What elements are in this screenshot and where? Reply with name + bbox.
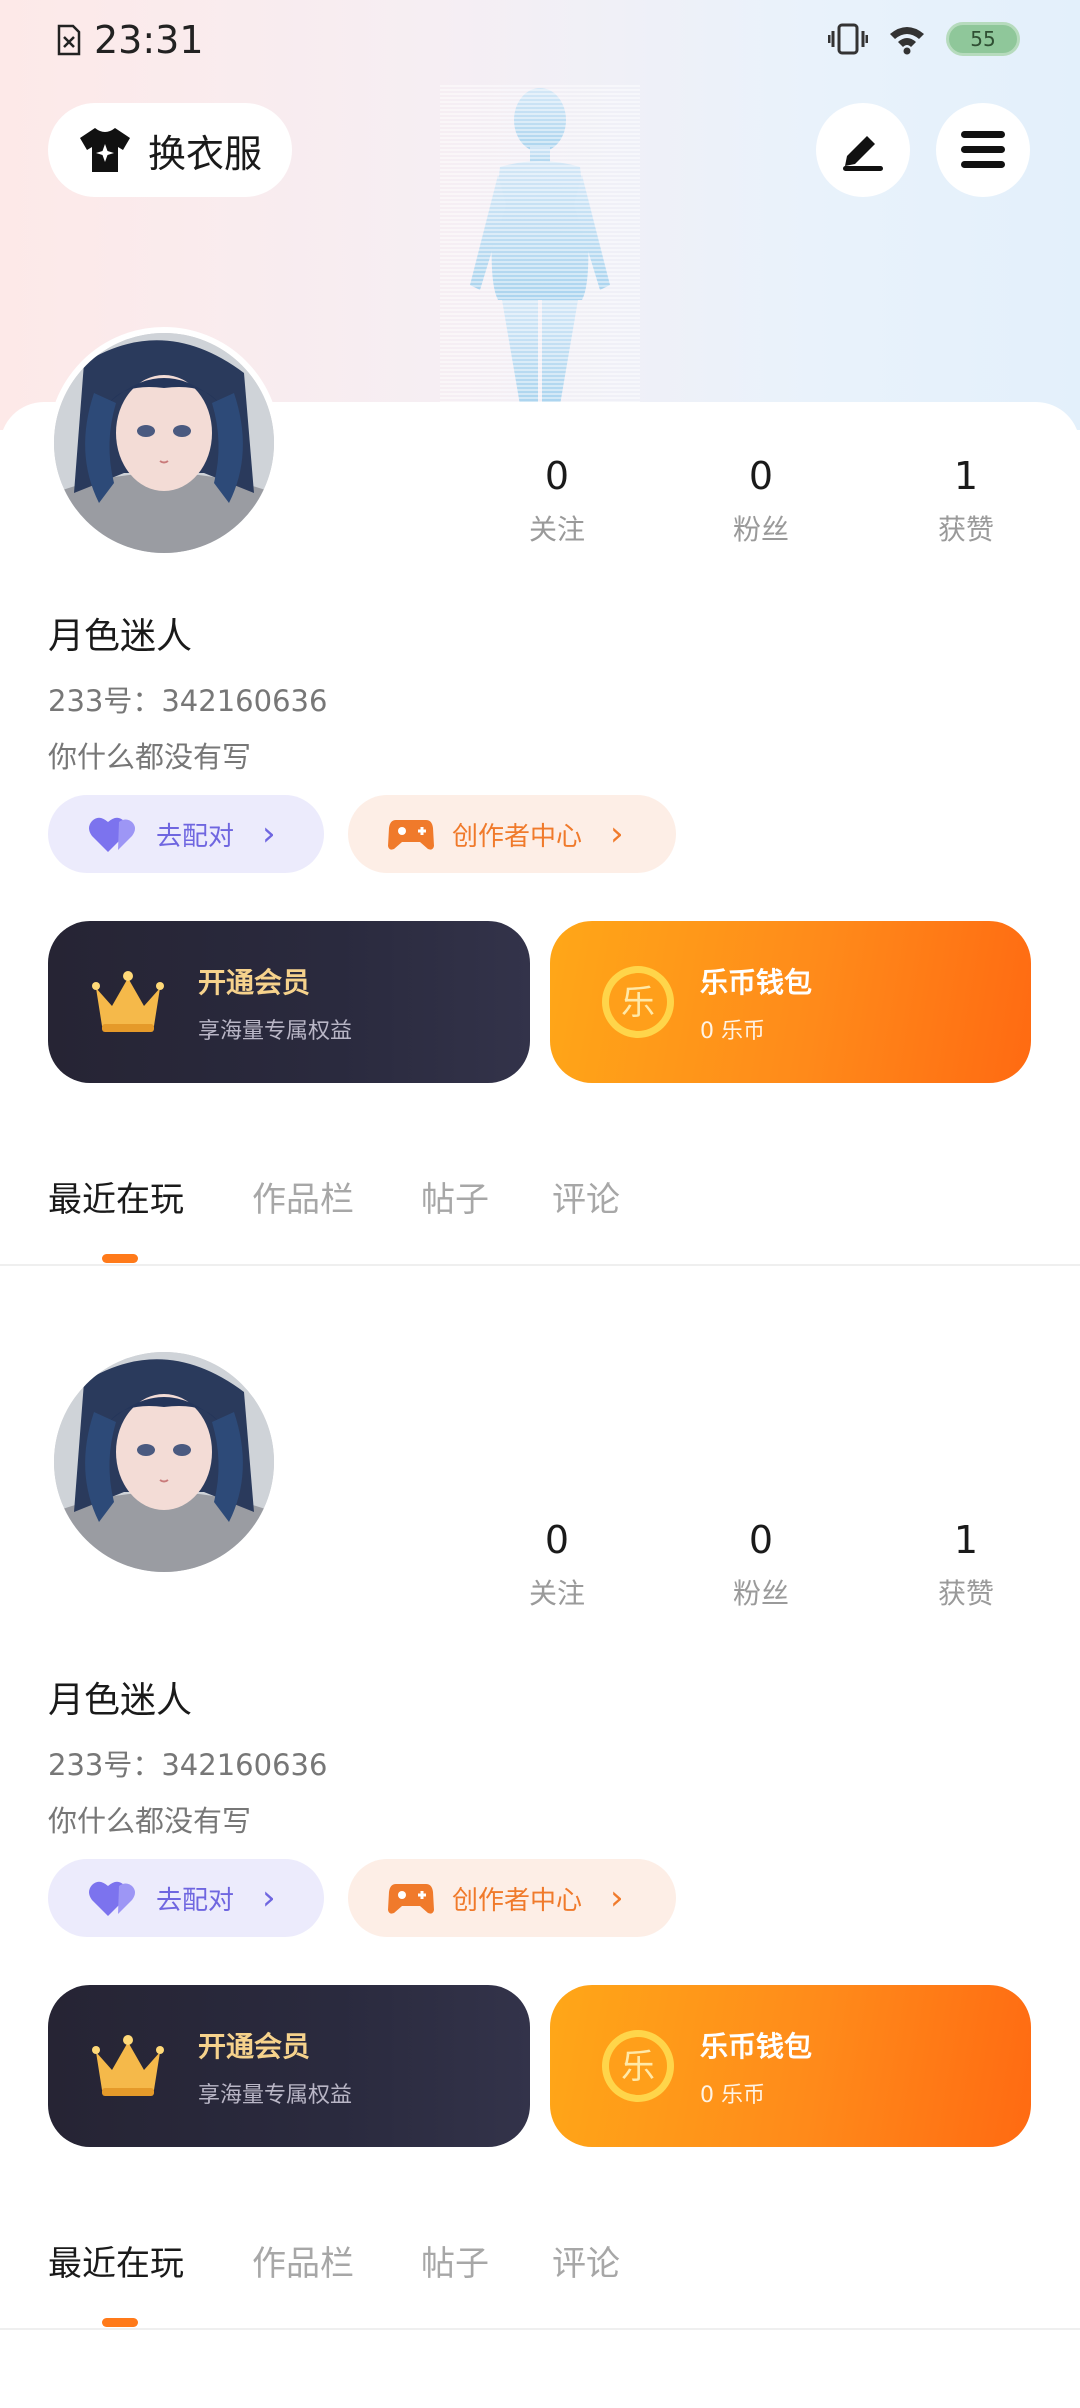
user-id-label: 233号： xyxy=(48,684,162,718)
active-tab-indicator xyxy=(102,1254,138,1263)
change-outfit-button[interactable]: 换衣服 xyxy=(48,103,292,197)
creator-center-label: 创作者中心 xyxy=(452,1885,583,1916)
crown-icon xyxy=(92,2035,164,2096)
tab-comments[interactable]: 评论 xyxy=(552,2236,620,2285)
stat-likes[interactable]: 1 获赞 xyxy=(896,454,1036,548)
vibrate-icon xyxy=(828,23,868,55)
vip-subtitle: 享海量专属权益 xyxy=(198,1019,353,1044)
tab-recently-played[interactable]: 最近在玩 xyxy=(48,1172,184,1221)
vip-subtitle: 享海量专属权益 xyxy=(198,2083,353,2108)
username: 月色迷人 xyxy=(48,616,193,657)
active-tab-indicator xyxy=(102,2318,138,2327)
following-count: 0 xyxy=(544,1518,570,1562)
coin-wallet-title: 乐币钱包 xyxy=(700,2030,813,2063)
likes-label: 获赞 xyxy=(937,1577,994,1610)
followers-label: 粉丝 xyxy=(732,513,789,546)
tab-works[interactable]: 作品栏 xyxy=(252,2236,354,2285)
chevron-right-icon: › xyxy=(262,814,276,854)
user-id[interactable]: 233号：342160636 xyxy=(48,678,327,720)
tabs-divider xyxy=(0,2328,1080,2330)
tab-works[interactable]: 作品栏 xyxy=(252,1172,354,1221)
crown-icon xyxy=(92,971,164,1032)
vip-title: 开通会员 xyxy=(198,2030,311,2063)
bio: 你什么都没有写 xyxy=(48,1804,252,1838)
match-button[interactable]: 去配对 › xyxy=(48,1859,324,1937)
username: 月色迷人 xyxy=(48,1680,193,1721)
user-id-value: 342160636 xyxy=(161,1748,328,1782)
gamepad-icon xyxy=(388,820,434,850)
chevron-right-icon: › xyxy=(610,814,624,854)
menu-button[interactable] xyxy=(936,103,1030,197)
chevron-right-icon: › xyxy=(610,1878,624,1918)
avatar[interactable] xyxy=(48,1346,280,1578)
creator-center-label: 创作者中心 xyxy=(452,821,583,852)
change-outfit-label: 换衣服 xyxy=(148,131,263,176)
3d-avatar-figure xyxy=(440,85,640,405)
vip-membership-card[interactable]: 开通会员 享海量专属权益 xyxy=(48,921,530,1083)
stat-followers[interactable]: 0 粉丝 xyxy=(691,454,831,548)
user-id-value: 342160636 xyxy=(161,684,328,718)
coin-wallet-title: 乐币钱包 xyxy=(700,966,813,999)
followers-count: 0 xyxy=(748,454,774,498)
sim-off-icon xyxy=(57,24,81,56)
following-count: 0 xyxy=(544,454,570,498)
user-id-label: 233号： xyxy=(48,1748,162,1782)
gamepad-icon xyxy=(388,1884,434,1914)
followers-count: 0 xyxy=(748,1518,774,1562)
wifi-icon xyxy=(890,27,924,55)
likes-count: 1 xyxy=(953,1518,979,1562)
following-label: 关注 xyxy=(528,513,585,546)
coin-glyph: 乐 xyxy=(621,983,655,1023)
match-label: 去配对 xyxy=(156,1885,235,1916)
match-button[interactable]: 去配对 › xyxy=(48,795,324,873)
stat-followers[interactable]: 0 粉丝 xyxy=(691,1518,831,1612)
heart-icon xyxy=(89,1881,135,1916)
match-label: 去配对 xyxy=(156,821,235,852)
followers-label: 粉丝 xyxy=(732,1577,789,1610)
vip-title: 开通会员 xyxy=(198,966,311,999)
tshirt-icon xyxy=(80,128,130,172)
coin-wallet-balance: 0 乐币 xyxy=(700,2083,765,2108)
stat-following[interactable]: 0 关注 xyxy=(487,1518,627,1612)
stat-likes[interactable]: 1 获赞 xyxy=(896,1518,1036,1612)
coin-icon: 乐 xyxy=(602,2030,674,2102)
coin-wallet-card[interactable]: 乐 乐币钱包 0 乐币 xyxy=(550,921,1031,1083)
tab-recently-played[interactable]: 最近在玩 xyxy=(48,2236,184,2285)
chevron-right-icon: › xyxy=(262,1878,276,1918)
avatar-illustration xyxy=(54,333,274,553)
creator-center-button[interactable]: 创作者中心 › xyxy=(348,795,676,873)
creator-center-button[interactable]: 创作者中心 › xyxy=(348,1859,676,1937)
likes-count: 1 xyxy=(953,454,979,498)
stat-following[interactable]: 0 关注 xyxy=(487,454,627,548)
profile-section: 0 关注 0 粉丝 1 获赞 月色迷人 233号：342160636 你什么都没… xyxy=(0,327,1080,1266)
hamburger-menu-icon xyxy=(961,131,1005,168)
profile-section-duplicate: 0 关注 0 粉丝 1 获赞 月色迷人 233号：342160636 你什么都没… xyxy=(0,1346,1080,2408)
following-label: 关注 xyxy=(528,1577,585,1610)
vip-membership-card[interactable]: 开通会员 享海量专属权益 xyxy=(48,1985,530,2147)
user-id[interactable]: 233号：342160636 xyxy=(48,1742,327,1784)
coin-glyph: 乐 xyxy=(621,2047,655,2087)
avatar[interactable] xyxy=(48,327,280,559)
tab-comments[interactable]: 评论 xyxy=(552,1172,620,1221)
tab-posts[interactable]: 帖子 xyxy=(421,2236,489,2285)
tabs-divider xyxy=(0,1264,1080,1266)
coin-icon: 乐 xyxy=(602,966,674,1038)
coin-wallet-card[interactable]: 乐 乐币钱包 0 乐币 xyxy=(550,1985,1031,2147)
pen-icon xyxy=(843,136,883,171)
heart-icon xyxy=(89,817,135,852)
likes-label: 获赞 xyxy=(937,513,994,546)
tab-posts[interactable]: 帖子 xyxy=(421,1172,489,1221)
battery-indicator: 55 xyxy=(946,22,1020,56)
edit-profile-button[interactable] xyxy=(816,103,910,197)
bio: 你什么都没有写 xyxy=(48,740,252,774)
status-bar: 23:31 55 xyxy=(0,0,1080,80)
coin-wallet-balance: 0 乐币 xyxy=(700,1019,765,1044)
avatar-illustration xyxy=(54,1352,274,1572)
status-time: 23:31 xyxy=(94,18,204,62)
